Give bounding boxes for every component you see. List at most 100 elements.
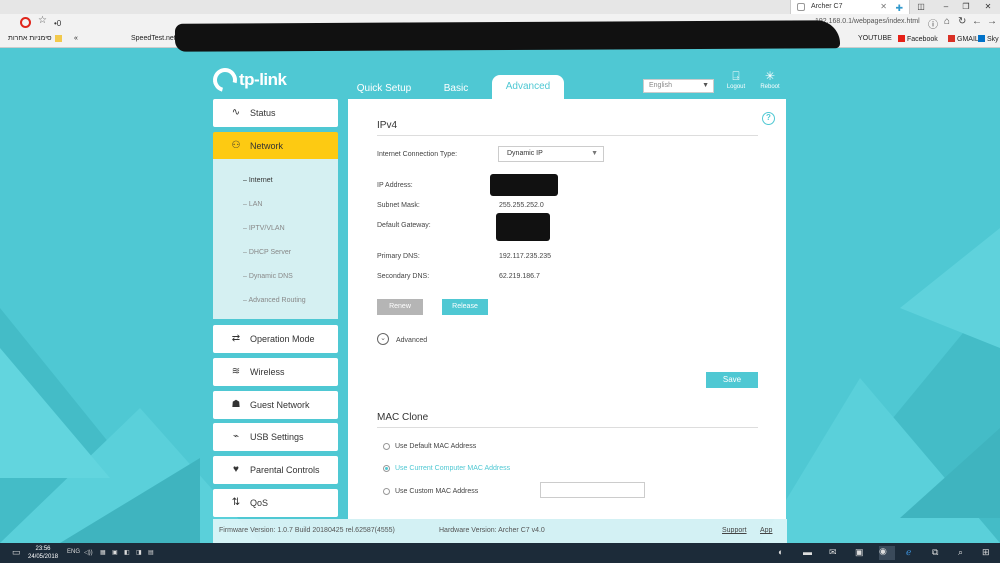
primary-dns-label: Primary DNS: — [377, 253, 420, 260]
sidebar-item-qos[interactable]: ⇅ QoS — [213, 489, 338, 517]
mail-icon[interactable]: ✉ — [829, 547, 837, 558]
subnet-mask-value: 255.255.252.0 — [499, 202, 544, 209]
chrome-icon[interactable]: ◉ — [879, 546, 895, 560]
bookmark-facebook[interactable]: Facebook — [898, 35, 938, 43]
tab-quick-setup[interactable]: Quick Setup — [350, 79, 418, 99]
bookmark-gmail[interactable]: GMAIL — [948, 35, 979, 43]
clock[interactable]: 23:56 24/05/2018 — [28, 545, 58, 561]
snapshot-icon[interactable]: ◫ — [910, 0, 932, 14]
radio-custom-mac-label[interactable]: Use Custom MAC Address — [395, 488, 478, 495]
save-button[interactable]: Save — [706, 372, 758, 388]
secondary-dns-label: Secondary DNS: — [377, 273, 430, 280]
tray-icon[interactable]: ▣ — [112, 549, 118, 556]
window-close-icon[interactable]: ✕ — [977, 0, 999, 14]
tp-link-tab-icon: ✚ — [895, 3, 903, 13]
back-icon[interactable]: ← — [972, 16, 982, 27]
default-gateway-label: Default Gateway: — [377, 222, 431, 229]
bookmark-other[interactable]: סימניות אחרות — [8, 35, 52, 42]
close-tab-icon[interactable]: ✕ — [880, 0, 887, 14]
browser-tab[interactable]: Archer C7 ✕ ✚ — [790, 0, 910, 14]
language-indicator[interactable]: ENG — [67, 549, 80, 555]
usb-icon: ⌁ — [232, 431, 240, 442]
chevron-down-icon: ▼ — [591, 150, 598, 157]
url-text[interactable]: 192.168.0.1/webpages/index.html — [815, 18, 920, 25]
sidebar-item-label: Status — [250, 108, 276, 118]
maximize-icon[interactable]: ❐ — [955, 0, 977, 14]
bookmark-youtube[interactable]: YOUTUBE — [858, 35, 892, 42]
radio-default-mac[interactable] — [383, 443, 390, 450]
custom-mac-input[interactable] — [540, 482, 645, 498]
store-icon[interactable]: ▣ — [855, 547, 864, 558]
sidebar-item-wireless[interactable]: ≋ Wireless — [213, 358, 338, 386]
bookmark-sky[interactable]: Sky — [978, 35, 999, 43]
tray-icon[interactable]: ▤ — [148, 549, 154, 556]
support-link[interactable]: Support — [722, 527, 747, 534]
subnav-advanced-routing[interactable]: – Advanced Routing — [243, 297, 306, 304]
logout-button[interactable]: ⍈ Logout — [722, 68, 750, 90]
app-icon[interactable]: ◐ — [778, 547, 783, 557]
help-icon[interactable]: ? — [762, 112, 775, 125]
notification-icon[interactable]: ▭ — [12, 547, 21, 558]
operation-mode-icon: ⇄ — [231, 333, 241, 344]
tray-icon[interactable]: ◧ — [124, 549, 130, 556]
radio-default-mac-label[interactable]: Use Default MAC Address — [395, 443, 476, 450]
star-icon[interactable]: ☆ — [38, 15, 47, 26]
app-link[interactable]: App — [760, 527, 772, 534]
task-view-icon[interactable]: ⧉ — [932, 547, 938, 558]
sidebar-item-label: Operation Mode — [250, 334, 315, 344]
subnav-iptv-vlan[interactable]: – IPTV/VLAN — [243, 225, 285, 232]
sidebar-item-operation-mode[interactable]: ⇄ Operation Mode — [213, 325, 338, 353]
language-select[interactable]: English ▼ — [643, 79, 714, 93]
forward-icon[interactable]: → — [987, 16, 997, 27]
subnav-dynamic-dns[interactable]: – Dynamic DNS — [243, 273, 293, 280]
start-icon[interactable]: ⊞ — [982, 547, 990, 558]
radio-custom-mac[interactable] — [383, 488, 390, 495]
logo-text: tp-link — [239, 70, 287, 89]
opera-menu-icon[interactable] — [20, 17, 31, 28]
file-explorer-icon[interactable]: ▬ — [803, 547, 812, 557]
sidebar-item-label: USB Settings — [250, 432, 304, 442]
subnet-mask-label: Subnet Mask: — [377, 202, 420, 209]
network-tray-icon[interactable]: ▦ — [100, 549, 106, 556]
taskbar: ▭ 23:56 24/05/2018 ENG ◁)) ▦ ▣ ◧ ◨ ▤ ◐ ▬… — [0, 543, 1000, 563]
volume-icon[interactable]: ◁)) — [84, 549, 93, 556]
sidebar-item-status[interactable]: ∿ Status — [213, 99, 338, 127]
bookmark-more[interactable]: « — [74, 35, 78, 42]
bookmark-speedtest[interactable]: SpeedTest.net — [131, 35, 176, 42]
radio-current-mac-label[interactable]: Use Current Computer MAC Address — [395, 465, 510, 472]
tray-icon[interactable]: ◨ — [136, 549, 142, 556]
gmail-icon — [948, 35, 955, 42]
search-icon[interactable]: ⌕ — [958, 547, 963, 558]
home-icon[interactable]: ⌂ — [944, 16, 950, 27]
sidebar-item-usb-settings[interactable]: ⌁ USB Settings — [213, 423, 338, 451]
reboot-button[interactable]: ✳ Reboot — [756, 68, 784, 90]
sidebar-item-network[interactable]: ⚇ Network — [213, 132, 338, 160]
qos-icon: ⇅ — [231, 497, 241, 508]
page-icon — [797, 3, 805, 11]
tab-basic[interactable]: Basic — [435, 79, 477, 99]
release-button[interactable]: Release — [442, 299, 488, 315]
hardware-version: Hardware Version: Archer C7 v4.0 — [439, 527, 545, 534]
firmware-version: Firmware Version: 1.0.7 Build 20180425 r… — [219, 527, 395, 534]
connection-type-select[interactable]: Dynamic IP ▼ — [498, 146, 604, 162]
radio-current-mac[interactable] — [383, 465, 390, 472]
chevron-down-icon: ▼ — [702, 82, 709, 89]
subnav-internet[interactable]: – Internet — [243, 177, 273, 184]
subnav-dhcp-server[interactable]: – DHCP Server — [243, 249, 291, 256]
tab-advanced[interactable]: Advanced — [492, 75, 564, 99]
browser-tab-bar: Archer C7 ✕ ✚ ◫ – ❐ ✕ — [0, 0, 1000, 14]
primary-dns-value: 192.117.235.235 — [499, 253, 552, 260]
reload-icon[interactable]: ↻ — [958, 16, 966, 27]
minimize-icon[interactable]: – — [935, 0, 957, 14]
sidebar-item-label: QoS — [250, 498, 269, 508]
edge-icon[interactable]: ℯ — [906, 547, 911, 558]
advanced-toggle-label[interactable]: Advanced — [396, 337, 427, 344]
network-subnav: – Internet – LAN – IPTV/VLAN – DHCP Serv… — [213, 159, 338, 319]
footer: Firmware Version: 1.0.7 Build 20180425 r… — [213, 519, 787, 543]
chevron-down-icon[interactable]: ⌄ — [377, 333, 389, 345]
renew-button[interactable]: Renew — [377, 299, 423, 315]
info-icon[interactable]: ⓘ — [928, 16, 938, 31]
sidebar-item-parental-controls[interactable]: ♥ Parental Controls — [213, 456, 338, 484]
subnav-lan[interactable]: – LAN — [243, 201, 262, 208]
sidebar-item-guest-network[interactable]: ☗ Guest Network — [213, 391, 338, 419]
